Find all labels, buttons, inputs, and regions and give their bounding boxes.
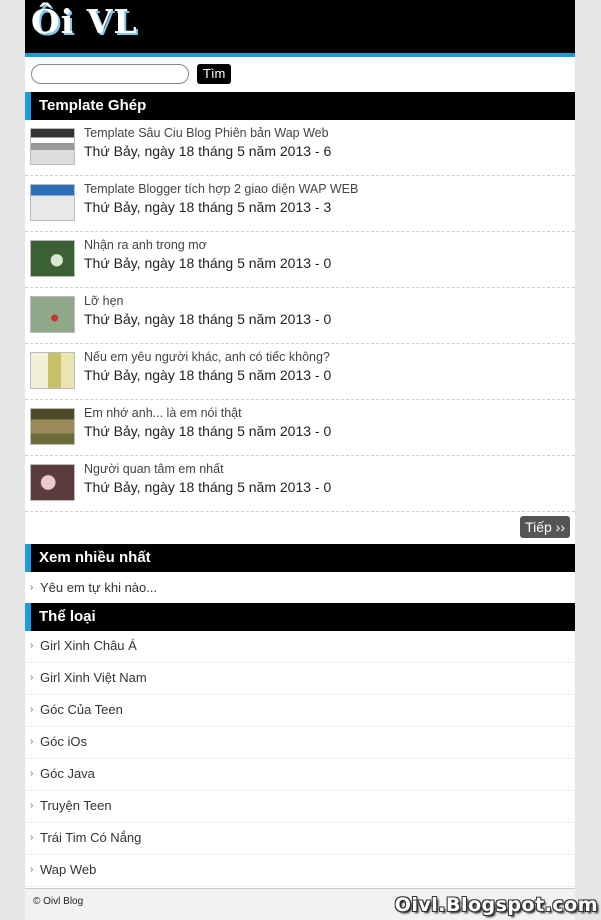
page: Ôi VL Tìm Template Ghép Template Sâu Ciu…	[25, 0, 575, 920]
category-item[interactable]: › Góc Java	[25, 759, 575, 791]
chevron-right-icon: ›	[30, 640, 34, 651]
post-thumbnail[interactable]	[30, 464, 75, 501]
post-list: Template Sâu Ciu Blog Phiên bản Wap Web …	[25, 120, 575, 512]
section-title-categories: Thể loại	[25, 603, 575, 631]
post-title-link[interactable]: Em nhớ anh... là em nói thật	[84, 406, 242, 420]
post-item[interactable]: Template Sâu Ciu Blog Phiên bản Wap Web …	[25, 120, 575, 176]
post-title-link[interactable]: Người quan tâm em nhất	[84, 462, 224, 476]
search-input[interactable]	[31, 64, 189, 84]
category-item[interactable]: › Truyện Teen	[25, 791, 575, 823]
category-label[interactable]: Góc Java	[40, 766, 95, 781]
post-item[interactable]: Template Blogger tích hợp 2 giao diện WA…	[25, 176, 575, 232]
chevron-right-icon: ›	[30, 736, 34, 747]
post-date: Thứ Bảy, ngày 18 tháng 5 năm 2013 - 0	[84, 423, 332, 439]
post-item[interactable]: Lỡ hẹn Thứ Bảy, ngày 18 tháng 5 năm 2013…	[25, 288, 575, 344]
category-list: › Girl Xinh Châu Á › Girl Xinh Việt Nam …	[25, 631, 575, 887]
post-thumbnail[interactable]	[30, 352, 75, 389]
post-thumbnail[interactable]	[30, 408, 75, 445]
section-title-popular: Xem nhiều nhất	[25, 544, 575, 572]
category-item[interactable]: › Girl Xinh Việt Nam	[25, 663, 575, 695]
post-thumbnail[interactable]	[30, 296, 75, 333]
chevron-right-icon: ›	[30, 582, 34, 593]
post-item[interactable]: Em nhớ anh... là em nói thật Thứ Bảy, ng…	[25, 400, 575, 456]
post-title-link[interactable]: Lỡ hẹn	[84, 294, 123, 308]
post-item[interactable]: Người quan tâm em nhất Thứ Bảy, ngày 18 …	[25, 456, 575, 512]
post-item[interactable]: Nhận ra anh trong mơ Thứ Bảy, ngày 18 th…	[25, 232, 575, 288]
chevron-right-icon: ›	[30, 800, 34, 811]
post-title-link[interactable]: Nếu em yêu người khác, anh có tiếc không…	[84, 350, 330, 364]
category-label[interactable]: Girl Xinh Châu Á	[40, 638, 137, 653]
pagination: Tiếp ››	[25, 512, 575, 544]
post-title-link[interactable]: Template Blogger tích hợp 2 giao diện WA…	[84, 182, 358, 196]
popular-item[interactable]: › Yêu em tự khi nào...	[25, 572, 575, 603]
search-button[interactable]: Tìm	[197, 64, 232, 84]
category-item[interactable]: › Wap Web	[25, 855, 575, 887]
category-label[interactable]: Wap Web	[40, 862, 96, 877]
site-header: Ôi VL	[25, 0, 575, 57]
search-bar: Tìm	[25, 57, 575, 92]
site-logo[interactable]: Ôi VL	[31, 4, 138, 40]
chevron-right-icon: ›	[30, 832, 34, 843]
post-thumbnail[interactable]	[30, 128, 75, 165]
chevron-right-icon: ›	[30, 672, 34, 683]
category-label[interactable]: Truyện Teen	[40, 798, 112, 813]
post-date: Thứ Bảy, ngày 18 tháng 5 năm 2013 - 0	[84, 311, 332, 327]
post-title-link[interactable]: Template Sâu Ciu Blog Phiên bản Wap Web	[84, 126, 329, 140]
next-page-button[interactable]: Tiếp ››	[520, 516, 570, 538]
post-date: Thứ Bảy, ngày 18 tháng 5 năm 2013 - 0	[84, 479, 332, 495]
post-date: Thứ Bảy, ngày 18 tháng 5 năm 2013 - 3	[84, 199, 332, 215]
category-label[interactable]: Góc iOs	[40, 734, 87, 749]
post-date: Thứ Bảy, ngày 18 tháng 5 năm 2013 - 0	[84, 255, 332, 271]
post-item[interactable]: Nếu em yêu người khác, anh có tiếc không…	[25, 344, 575, 400]
popular-item-label[interactable]: Yêu em tự khi nào...	[40, 580, 157, 595]
post-date: Thứ Bảy, ngày 18 tháng 5 năm 2013 - 6	[84, 143, 332, 159]
category-label[interactable]: Trái Tim Có Nắng	[40, 830, 141, 845]
copyright-text: © Oivl Blog	[33, 896, 84, 907]
chevron-right-icon: ›	[30, 864, 34, 875]
chevron-right-icon: ›	[30, 768, 34, 779]
post-date: Thứ Bảy, ngày 18 tháng 5 năm 2013 - 0	[84, 367, 332, 383]
watermark: Oivl.Blogspot.com	[394, 894, 598, 916]
post-title-link[interactable]: Nhận ra anh trong mơ	[84, 238, 207, 252]
post-thumbnail[interactable]	[30, 240, 75, 277]
category-label[interactable]: Girl Xinh Việt Nam	[40, 670, 147, 685]
chevron-right-icon: ›	[30, 704, 34, 715]
category-item[interactable]: › Góc Của Teen	[25, 695, 575, 727]
category-item[interactable]: › Trái Tim Có Nắng	[25, 823, 575, 855]
category-label[interactable]: Góc Của Teen	[40, 702, 123, 717]
section-title-templates: Template Ghép	[25, 92, 575, 120]
post-thumbnail[interactable]	[30, 184, 75, 221]
category-item[interactable]: › Góc iOs	[25, 727, 575, 759]
category-item[interactable]: › Girl Xinh Châu Á	[25, 631, 575, 663]
